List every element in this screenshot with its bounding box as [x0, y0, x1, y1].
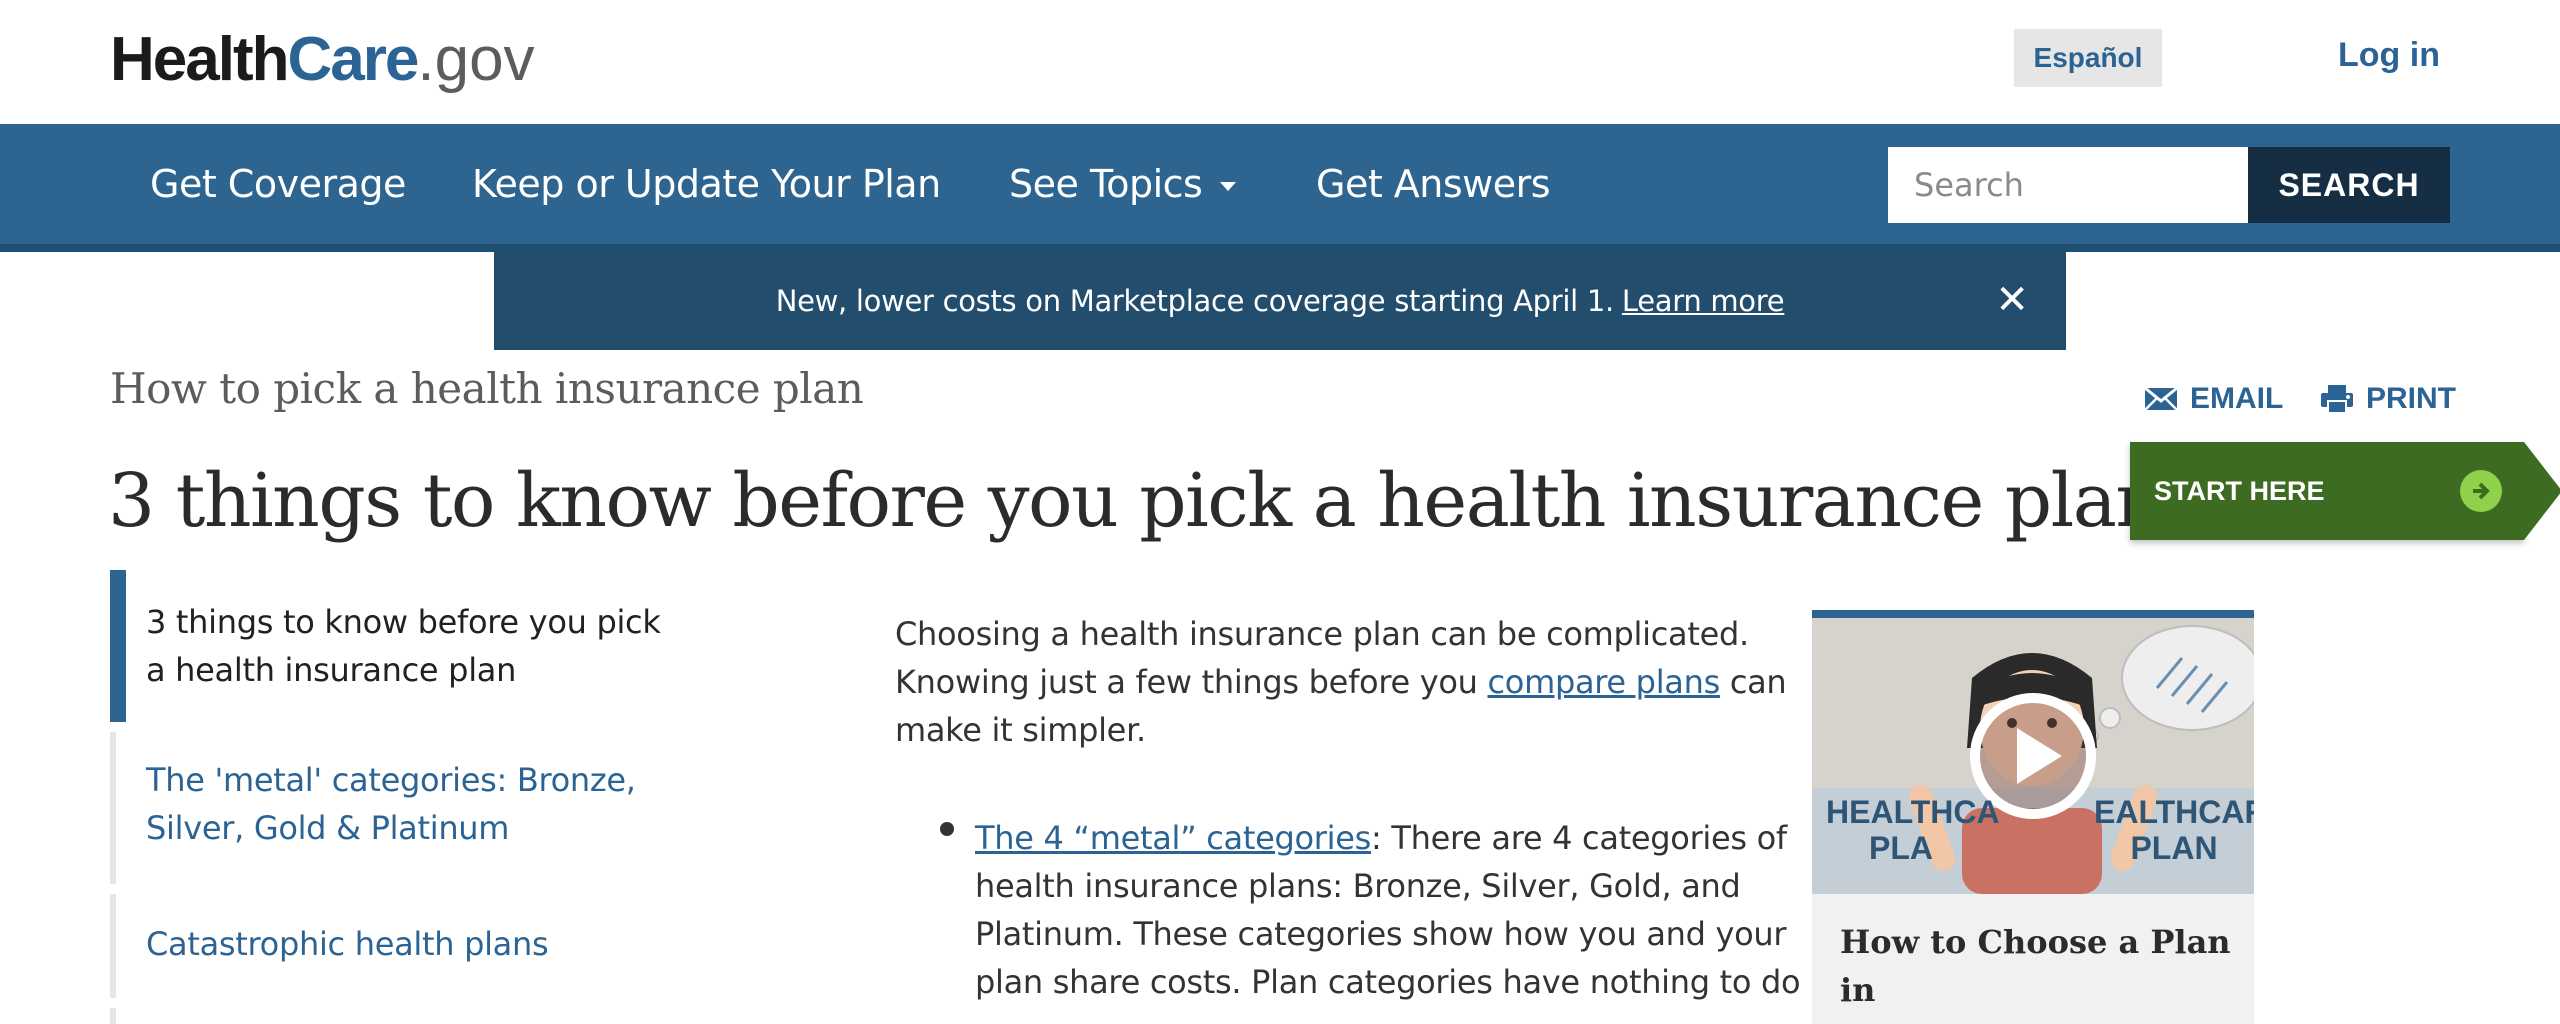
- nav-label: Keep or Update Your Plan: [472, 162, 941, 206]
- close-icon[interactable]: ✕: [1994, 280, 2030, 320]
- metal-categories-link[interactable]: The 4 “metal” categories: [975, 819, 1371, 857]
- nav-label: See Topics: [1009, 162, 1203, 206]
- sidebar-item-label: 3 things to know before you pick: [146, 603, 661, 641]
- email-icon: [2144, 386, 2178, 411]
- intro-line-1: Choosing a health insurance plan can be …: [895, 615, 1749, 653]
- sidebar-item-label: Catastrophic health plans: [146, 925, 549, 963]
- nav-see-topics[interactable]: See Topics: [1009, 162, 1237, 206]
- intro-line-2: Knowing just a few things before you com…: [895, 658, 1787, 706]
- sidebar-item-label: a health insurance plan: [146, 651, 517, 689]
- alert-banner: New, lower costs on Marketplace coverage…: [494, 252, 2066, 350]
- intro-text: Knowing just a few things before you: [895, 663, 1478, 701]
- video-title-line: How to Choose a Plan in: [1840, 923, 2231, 1009]
- arrow-right-circle-icon: [2460, 470, 2502, 512]
- video-card[interactable]: HEALTHCA PLA EALTHCAR PLAN How to Choose…: [1812, 610, 2254, 1024]
- espanol-button[interactable]: Español: [2014, 29, 2162, 87]
- video-title[interactable]: How to Choose a Plan in the Health Insur…: [1840, 918, 2240, 1024]
- banner-text: New, lower costs on Marketplace coverage…: [775, 284, 1614, 318]
- nav-keep-or-update-plan[interactable]: Keep or Update Your Plan: [472, 162, 941, 206]
- email-button[interactable]: EMAIL: [2144, 382, 2283, 416]
- bullet-line-1: The 4 “metal” categories: There are 4 ca…: [975, 814, 1787, 862]
- email-label: EMAIL: [2190, 382, 2284, 415]
- search-input[interactable]: [1888, 147, 2248, 223]
- banner-learn-more-link[interactable]: Learn more: [1622, 284, 1785, 318]
- thumb-text: HEALTHCA: [1826, 794, 2000, 830]
- bullet-line-2: health insurance plans: Bronze, Silver, …: [975, 867, 1741, 905]
- main-nav: Get Coverage Keep or Update Your Plan Se…: [0, 124, 2560, 252]
- compare-plans-link[interactable]: compare plans: [1488, 663, 1721, 701]
- sidebar-item-metal-categories[interactable]: The 'metal' categories: Bronze, Silver, …: [110, 732, 670, 884]
- nav-label: Get Coverage: [150, 162, 406, 206]
- bullet-line-3: Platinum. These categories show how you …: [975, 915, 1787, 953]
- start-here-label: START HERE: [2154, 475, 2325, 506]
- video-thumbnail[interactable]: HEALTHCA PLA EALTHCAR PLAN: [1812, 618, 2254, 894]
- thumb-text-left: HEALTHCA PLA: [1826, 794, 2000, 866]
- site-header: HealthCare.gov Español Log in: [0, 0, 2560, 124]
- logo-text-health: Health: [110, 25, 289, 94]
- nav-get-coverage[interactable]: Get Coverage: [150, 162, 406, 206]
- sidebar-item-label: Silver, Gold & Platinum: [146, 809, 510, 847]
- printer-icon: [2321, 385, 2353, 414]
- section-title: How to pick a health insurance plan: [110, 364, 864, 413]
- thumb-text-right: EALTHCAR PLAN: [2094, 794, 2254, 866]
- bullet-text: : There are 4 categories of: [1371, 819, 1787, 857]
- thumb-text: EALTHCAR: [2094, 794, 2254, 830]
- sidebar-item-label: The 'metal' categories: Bronze,: [146, 761, 636, 799]
- start-here-button[interactable]: START HERE: [2130, 442, 2560, 540]
- bullet-line-4: plan share costs. Plan categories have n…: [975, 963, 1801, 1001]
- nav-get-answers[interactable]: Get Answers: [1316, 162, 1551, 206]
- video-title-line: the Health Insurance: [1840, 1014, 2240, 1024]
- sidebar-item-next[interactable]: [110, 1008, 670, 1024]
- caret-down-icon: [1220, 182, 1237, 191]
- thumb-text: PLA: [1869, 830, 1933, 866]
- intro-line-3: make it simpler.: [895, 711, 1146, 749]
- sidebar-item-catastrophic-plans[interactable]: Catastrophic health plans: [110, 894, 670, 998]
- thumb-text: PLAN: [2130, 830, 2218, 866]
- intro-text: can: [1729, 663, 1787, 701]
- page-title: 3 things to know before you pick a healt…: [108, 458, 2163, 544]
- print-label: PRINT: [2366, 382, 2456, 415]
- sidebar-item-3-things[interactable]: 3 things to know before you pick a healt…: [110, 570, 670, 722]
- search-button[interactable]: SEARCH: [2248, 147, 2450, 223]
- login-link[interactable]: Log in: [2338, 36, 2440, 75]
- list-bullet: [940, 822, 954, 836]
- logo-text-gov: .gov: [417, 25, 535, 94]
- logo-text-care: Care: [287, 25, 419, 94]
- nav-label: Get Answers: [1316, 162, 1551, 206]
- healthcare-gov-logo[interactable]: HealthCare.gov: [110, 20, 535, 100]
- print-button[interactable]: PRINT: [2320, 382, 2456, 416]
